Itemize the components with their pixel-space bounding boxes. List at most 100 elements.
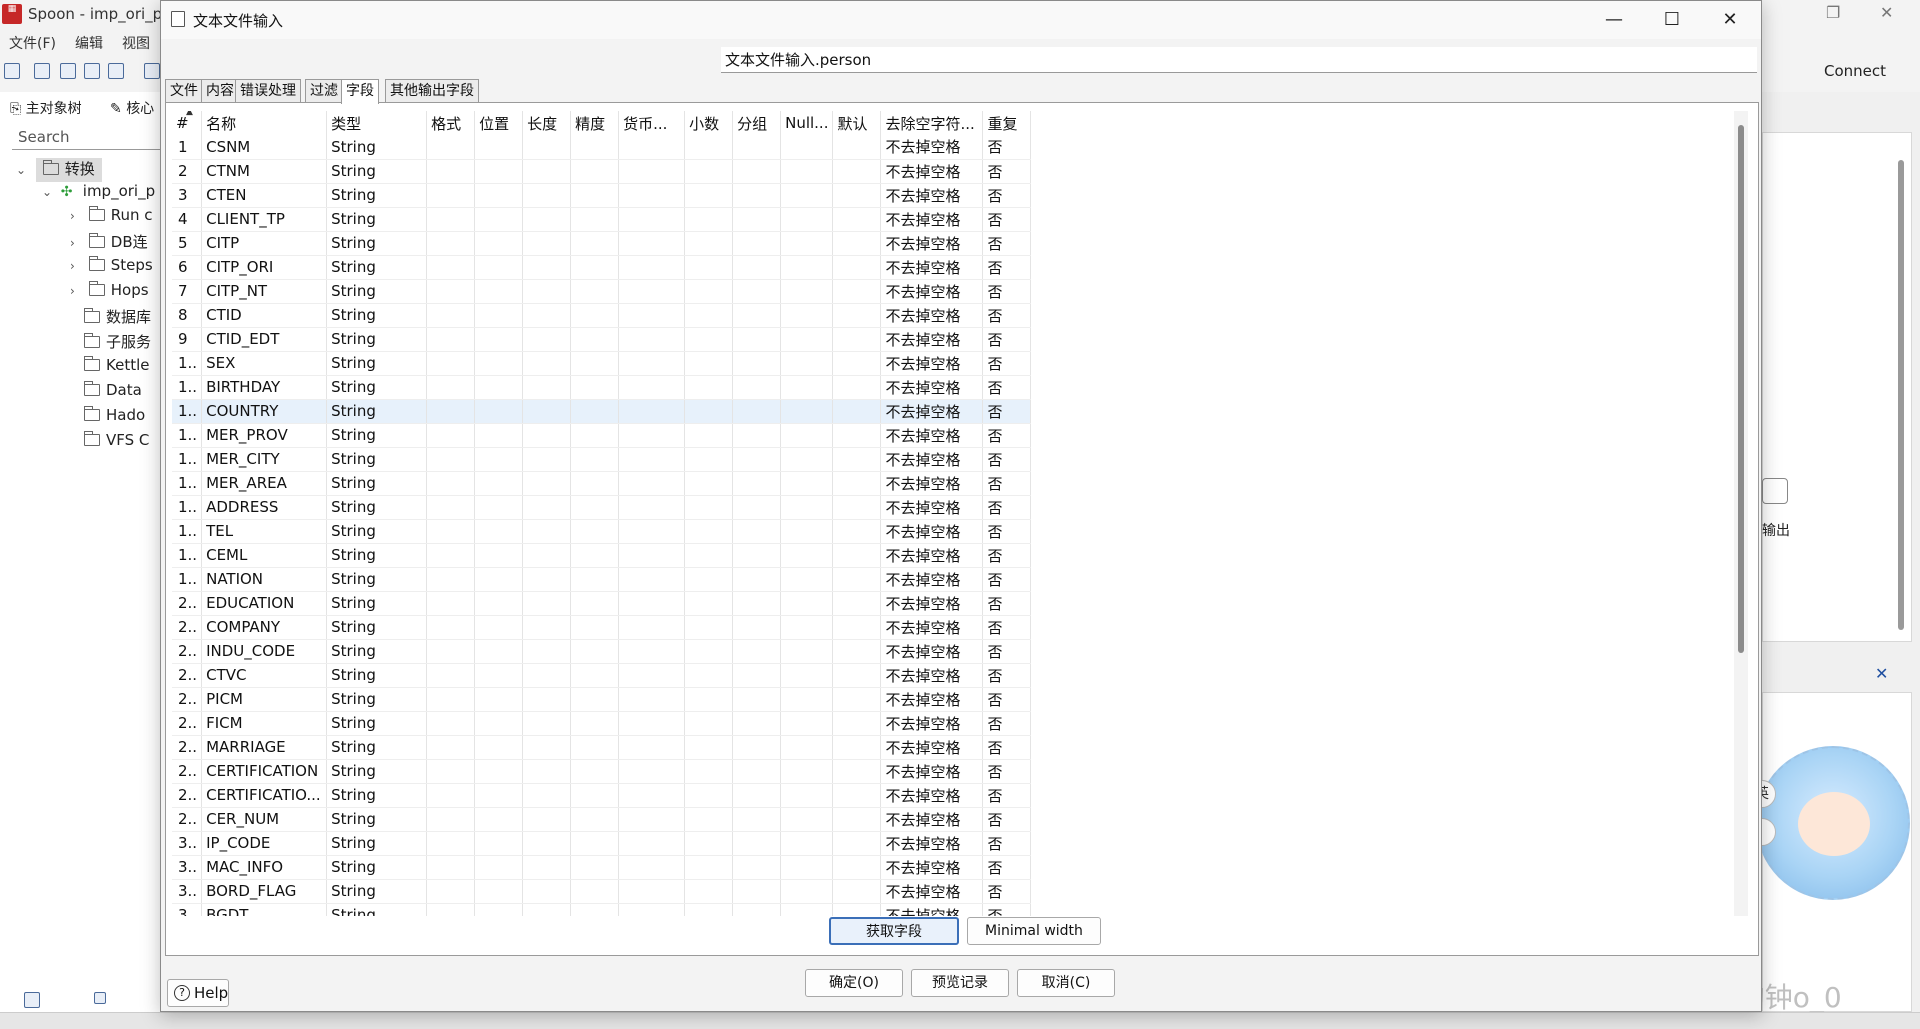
cell-col-position[interactable] <box>474 735 524 760</box>
cell-col-group[interactable] <box>732 519 782 544</box>
cell-col-precision[interactable] <box>570 327 620 352</box>
cell-col-type[interactable]: String <box>326 783 428 808</box>
cell-col-decimal[interactable] <box>684 159 734 184</box>
cell-col-name[interactable]: IP_CODE <box>201 831 328 856</box>
cell-col-null-if[interactable] <box>780 351 834 376</box>
cell-col-trim-type[interactable]: 不去掉空格 <box>880 903 984 916</box>
table-row[interactable]: 3.. BGDT String 不去掉空格否 <box>172 903 1032 916</box>
cell-col-index[interactable]: 7 <box>172 279 203 304</box>
cell-col-index[interactable]: 1.. <box>172 471 203 496</box>
cell-col-position[interactable] <box>474 687 524 712</box>
cell-col-name[interactable]: BGDT <box>201 903 328 916</box>
cell-col-currency[interactable] <box>618 711 686 736</box>
cell-col-type[interactable]: String <box>326 759 428 784</box>
cell-col-format[interactable] <box>426 855 476 880</box>
cell-col-default[interactable] <box>832 255 882 280</box>
tree-search-input[interactable]: Search <box>12 126 162 150</box>
cell-col-decimal[interactable] <box>684 231 734 256</box>
table-row[interactable]: 2.. INDU_CODE String 不去掉空格否 <box>172 639 1032 664</box>
cell-col-decimal[interactable] <box>684 639 734 664</box>
cell-col-trim-type[interactable]: 不去掉空格 <box>880 207 984 232</box>
cell-col-repeat[interactable]: 否 <box>982 615 1032 640</box>
cell-col-position[interactable] <box>474 159 524 184</box>
cell-col-default[interactable] <box>832 135 882 160</box>
cell-col-name[interactable]: CERTIFICATIO... <box>201 783 328 808</box>
cell-col-position[interactable] <box>474 255 524 280</box>
cell-col-length[interactable] <box>522 543 572 568</box>
close-icon[interactable]: ✕ <box>1875 664 1888 683</box>
cell-col-trim-type[interactable]: 不去掉空格 <box>880 495 984 520</box>
cell-col-null-if[interactable] <box>780 639 834 664</box>
cell-col-index[interactable]: 3 <box>172 183 203 208</box>
cell-col-group[interactable] <box>732 567 782 592</box>
table-row[interactable]: 8 CTID String 不去掉空格否 <box>172 303 1032 328</box>
cell-col-format[interactable] <box>426 759 476 784</box>
cell-col-null-if[interactable] <box>780 207 834 232</box>
cell-col-type[interactable]: String <box>326 183 428 208</box>
cell-col-decimal[interactable] <box>684 879 734 904</box>
cell-col-default[interactable] <box>832 207 882 232</box>
header-col-trim-type[interactable]: 去除空字符... <box>880 111 984 135</box>
cell-col-format[interactable] <box>426 615 476 640</box>
cell-col-precision[interactable] <box>570 279 620 304</box>
cell-col-default[interactable] <box>832 399 882 424</box>
cell-col-null-if[interactable] <box>780 879 834 904</box>
cell-col-name[interactable]: ADDRESS <box>201 495 328 520</box>
cell-col-currency[interactable] <box>618 807 686 832</box>
cell-col-trim-type[interactable]: 不去掉空格 <box>880 783 984 808</box>
cell-col-length[interactable] <box>522 135 572 160</box>
cell-col-group[interactable] <box>732 255 782 280</box>
cell-col-group[interactable] <box>732 615 782 640</box>
cell-col-length[interactable] <box>522 831 572 856</box>
table-row[interactable]: 4 CLIENT_TP String 不去掉空格否 <box>172 207 1032 232</box>
cell-col-trim-type[interactable]: 不去掉空格 <box>880 591 984 616</box>
cell-col-trim-type[interactable]: 不去掉空格 <box>880 279 984 304</box>
cell-col-repeat[interactable]: 否 <box>982 735 1032 760</box>
cell-col-type[interactable]: String <box>326 423 428 448</box>
output-step-icon[interactable] <box>1762 478 1788 504</box>
cell-col-group[interactable] <box>732 447 782 472</box>
cell-col-type[interactable]: String <box>326 327 428 352</box>
cell-col-length[interactable] <box>522 279 572 304</box>
open-icon[interactable] <box>34 63 50 79</box>
cell-col-index[interactable]: 1.. <box>172 447 203 472</box>
cell-col-repeat[interactable]: 否 <box>982 903 1032 916</box>
cell-col-index[interactable]: 2.. <box>172 807 203 832</box>
cell-col-default[interactable] <box>832 279 882 304</box>
tree-item-sub-servers[interactable]: 子服务 <box>84 331 151 355</box>
cell-col-trim-type[interactable]: 不去掉空格 <box>880 759 984 784</box>
cell-col-position[interactable] <box>474 903 524 916</box>
cell-col-decimal[interactable] <box>684 423 734 448</box>
table-row[interactable]: 3.. BORD_FLAG String 不去掉空格否 <box>172 879 1032 904</box>
cell-col-name[interactable]: MER_CITY <box>201 447 328 472</box>
cell-col-length[interactable] <box>522 495 572 520</box>
cell-col-repeat[interactable]: 否 <box>982 687 1032 712</box>
table-row[interactable]: 1.. MER_PROV String 不去掉空格否 <box>172 423 1032 448</box>
cell-col-currency[interactable] <box>618 567 686 592</box>
cell-col-name[interactable]: CTID_EDT <box>201 327 328 352</box>
header-col-name[interactable]: 名称 <box>201 111 328 135</box>
cell-col-repeat[interactable]: 否 <box>982 711 1032 736</box>
cell-col-format[interactable] <box>426 351 476 376</box>
cell-col-length[interactable] <box>522 519 572 544</box>
cell-col-repeat[interactable]: 否 <box>982 807 1032 832</box>
chevron-right-icon[interactable]: › <box>70 209 84 223</box>
cell-col-type[interactable]: String <box>326 711 428 736</box>
cell-col-length[interactable] <box>522 879 572 904</box>
table-row[interactable]: 9 CTID_EDT String 不去掉空格否 <box>172 327 1032 352</box>
cell-col-position[interactable] <box>474 831 524 856</box>
cell-col-default[interactable] <box>832 639 882 664</box>
cell-col-type[interactable]: String <box>326 447 428 472</box>
cell-col-name[interactable]: CTID <box>201 303 328 328</box>
cell-col-index[interactable]: 3.. <box>172 879 203 904</box>
cell-col-group[interactable] <box>732 759 782 784</box>
cell-col-decimal[interactable] <box>684 351 734 376</box>
tab-fields[interactable]: 字段 <box>341 79 379 104</box>
tab-error-handling[interactable]: 错误处理 <box>235 79 301 103</box>
cell-col-position[interactable] <box>474 375 524 400</box>
cell-col-default[interactable] <box>832 375 882 400</box>
cell-col-position[interactable] <box>474 279 524 304</box>
cell-col-position[interactable] <box>474 207 524 232</box>
cell-col-length[interactable] <box>522 231 572 256</box>
cell-col-trim-type[interactable]: 不去掉空格 <box>880 519 984 544</box>
